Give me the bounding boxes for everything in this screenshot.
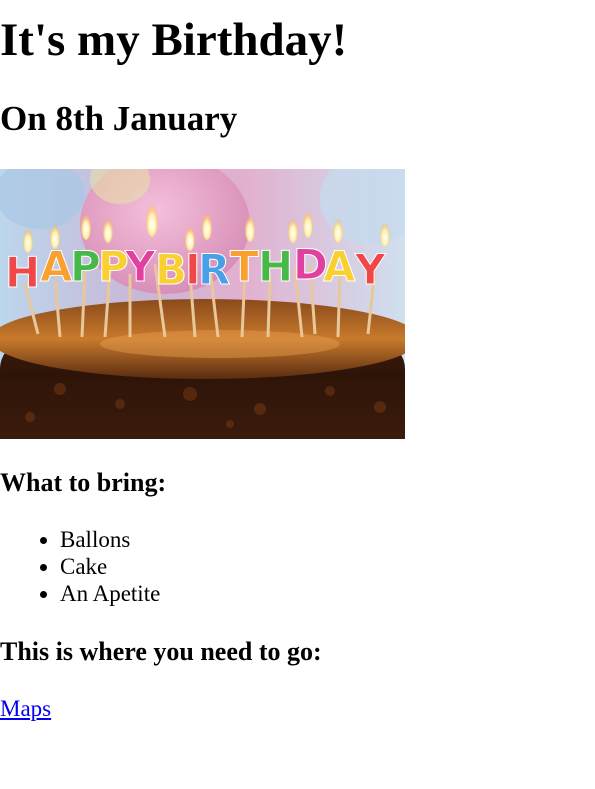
svg-text:A: A bbox=[40, 242, 73, 291]
svg-text:Y: Y bbox=[354, 245, 386, 294]
list-item: An Apetite bbox=[60, 580, 160, 607]
list-item: Cake bbox=[60, 553, 160, 580]
svg-text:P: P bbox=[70, 242, 101, 291]
bring-list: Ballons Cake An Apetite bbox=[0, 526, 160, 607]
svg-text:R: R bbox=[198, 245, 230, 294]
svg-text:B: B bbox=[155, 245, 187, 294]
svg-text:T: T bbox=[230, 242, 259, 291]
svg-text:H: H bbox=[258, 242, 293, 291]
birthday-cake-image: H A P P Y B I R T H D A Y bbox=[0, 169, 405, 439]
svg-text:H: H bbox=[5, 248, 40, 297]
location-heading: This is where you need to go: bbox=[0, 637, 322, 666]
page-title: It's my Birthday! bbox=[0, 14, 348, 66]
svg-text:A: A bbox=[323, 242, 356, 291]
bring-heading: What to bring: bbox=[0, 468, 167, 497]
list-item: Ballons bbox=[60, 526, 160, 553]
page-subtitle: On 8th January bbox=[0, 99, 238, 138]
maps-link[interactable]: Maps bbox=[0, 695, 51, 723]
page: It's my Birthday! On 8th January H A P P… bbox=[0, 0, 595, 789]
svg-text:Y: Y bbox=[124, 242, 156, 291]
